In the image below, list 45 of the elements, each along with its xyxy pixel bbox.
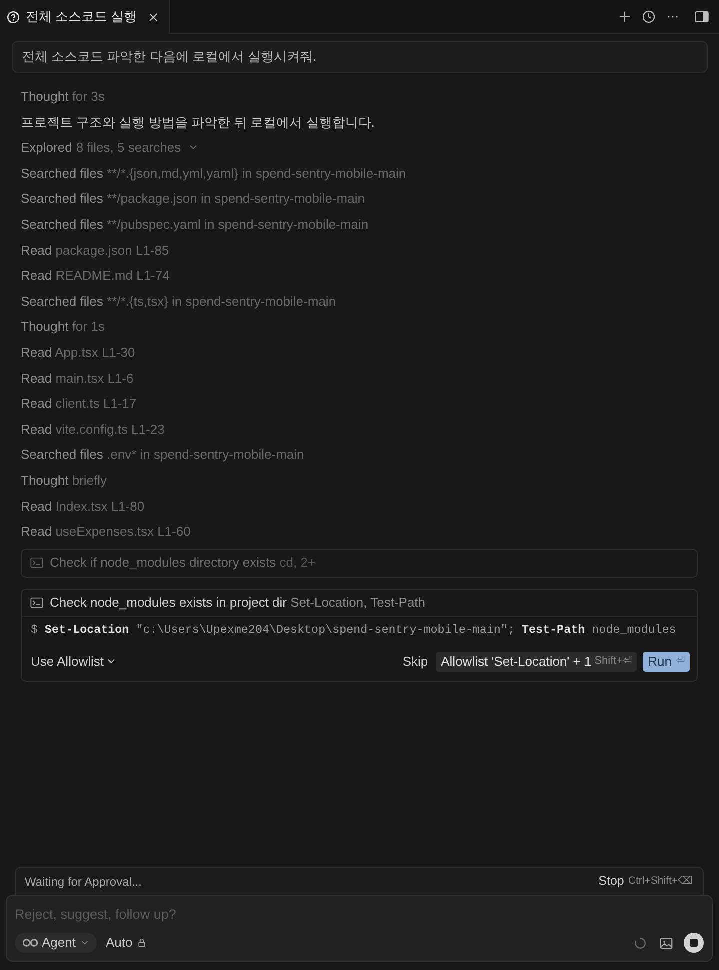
lock-icon — [136, 938, 147, 948]
thought-status: Thought for 3s — [21, 88, 105, 106]
chat-tab[interactable]: 전체 소스코드 실행 — [0, 0, 170, 34]
agent-mode-dropdown[interactable]: Agent — [15, 933, 97, 953]
activity-step: Read client.ts L1-17 — [21, 394, 137, 414]
help-icon — [7, 10, 20, 24]
command-title[interactable]: Check node_modules exists in project dir Set-Location, Test-Path — [50, 592, 426, 612]
activity-step: Thought briefly — [21, 470, 107, 490]
status-text: Waiting for Approval... — [25, 874, 142, 890]
explored-toggle[interactable]: Explored 8 files, 5 searches — [21, 138, 200, 158]
model-selector[interactable]: Auto — [106, 933, 147, 953]
user-message: 전체 소스코드 파악한 다음에 로컬에서 실행시켜줘. — [12, 41, 708, 73]
command-title[interactable]: Check if node_modules directory exists cd, 2+ — [50, 553, 316, 573]
activity-step: Read README.md L1-74 — [21, 266, 170, 286]
activity-step: Searched files **/pubspec.yaml in spend-sentry-mobile-main — [21, 215, 369, 235]
activity-step: Read vite.config.ts L1-23 — [21, 420, 165, 440]
activity-step: Read useExpenses.tsx L1-60 — [21, 522, 191, 542]
infinity-icon — [23, 938, 38, 948]
skip-button[interactable]: Skip — [402, 652, 428, 672]
plus-icon[interactable] — [618, 10, 632, 24]
use-allowlist-dropdown[interactable]: Use Allowlist — [31, 652, 117, 672]
message-composer[interactable]: Reject, suggest, follow up? Agent Auto — [6, 895, 713, 962]
activity-step: Thought for 1s — [21, 317, 105, 337]
allowlist-button[interactable]: Allowlist 'Set-Location' + 1 Shift+⏎ — [436, 652, 638, 672]
activity-step: Searched files **/package.json in spend-sentry-mobile-main — [21, 189, 365, 209]
stop-generation-button[interactable] — [684, 933, 704, 953]
activity-step: Read App.tsx L1-30 — [21, 342, 136, 362]
terminal-icon — [30, 556, 44, 570]
history-clock-icon[interactable] — [642, 10, 656, 24]
activity-step: Searched files **/*.{json,md,yml,yaml} in spend-sentry-mobile-main — [21, 164, 406, 184]
message-input[interactable]: Reject, suggest, follow up? — [15, 903, 704, 925]
activity-step: Searched files .env* in spend-sentry-mobile-main — [21, 445, 304, 465]
terminal-icon — [30, 596, 44, 610]
command-line: $ Set-Location "c:\Users\Upexme204\Desktop\spend-sentry-mobile-main"; Test-Path node_modules — [31, 622, 676, 639]
close-icon[interactable] — [148, 12, 160, 22]
spinner-icon — [634, 936, 647, 950]
panel-toggle-icon[interactable] — [694, 8, 710, 24]
image-icon[interactable] — [659, 936, 674, 950]
assistant-reply: 프로젝트 구조와 실행 방법을 파악한 뒤 로컬에서 실행합니다. — [21, 114, 375, 132]
activity-step: Read package.json L1-85 — [21, 240, 170, 260]
activity-step: Searched files **/*.{ts,tsx} in spend-sentry-mobile-main — [21, 292, 336, 312]
activity-step: Read main.tsx L1-6 — [21, 368, 134, 388]
stop-button[interactable]: Stop Ctrl+Shift+⌫ — [598, 872, 694, 891]
run-button[interactable]: Run ⏎ — [643, 652, 690, 672]
activity-step: Read Index.tsx L1-80 — [21, 496, 145, 516]
